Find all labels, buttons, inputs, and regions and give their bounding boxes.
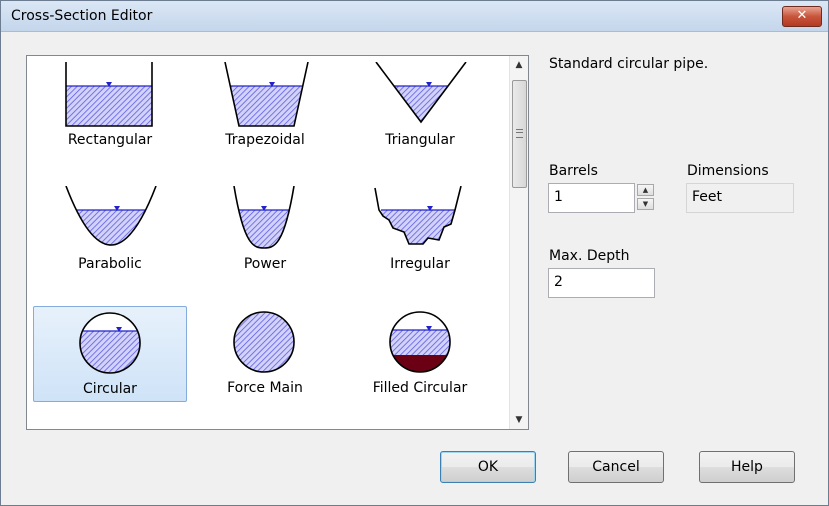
cross-section-editor-dialog: Cross-Section Editor ✕ Rectangular Trape…: [0, 0, 829, 506]
dialog-body: Rectangular Trapezoidal Triangular Parab…: [1, 32, 828, 505]
shape-label: Filled Circular: [372, 380, 468, 396]
force-main-pipe-icon: [233, 311, 295, 373]
shape-label: Parabolic: [78, 256, 142, 272]
barrels-label: Barrels: [549, 163, 598, 179]
shape-item-parabolic[interactable]: Parabolic: [33, 182, 187, 278]
shape-item-filled-circular[interactable]: Filled Circular: [343, 306, 497, 402]
shape-item-force-main[interactable]: Force Main: [188, 306, 342, 402]
grip-icon: [516, 129, 523, 138]
shape-gallery[interactable]: Rectangular Trapezoidal Triangular Parab…: [26, 55, 529, 430]
window-title: Cross-Section Editor: [11, 8, 153, 24]
spin-up-icon[interactable]: ▲: [637, 184, 654, 196]
scroll-up-arrow-icon[interactable]: ▲: [510, 56, 528, 74]
barrels-input[interactable]: 1: [548, 183, 635, 213]
spin-down-icon[interactable]: ▼: [637, 198, 654, 210]
help-button[interactable]: Help: [699, 451, 795, 483]
shape-description: Standard circular pipe.: [549, 56, 709, 72]
close-icon: ✕: [796, 8, 808, 23]
shape-label: Rectangular: [67, 132, 153, 148]
circular-pipe-icon: [79, 312, 141, 374]
irregular-channel-icon: [374, 186, 462, 245]
shape-item-circular[interactable]: Circular: [33, 306, 187, 402]
scrollbar-thumb[interactable]: [512, 80, 527, 188]
ok-button[interactable]: OK: [440, 451, 536, 483]
dimensions-label: Dimensions: [687, 163, 769, 179]
shape-item-rectangular[interactable]: Rectangular: [33, 58, 187, 154]
shape-label: Power: [243, 256, 287, 272]
cancel-button[interactable]: Cancel: [568, 451, 664, 483]
dimensions-field: Feet: [686, 183, 794, 213]
trapezoidal-channel-icon: [224, 62, 309, 127]
triangular-channel-icon: [375, 62, 467, 124]
shape-label: Circular: [83, 381, 137, 397]
shape-label: Force Main: [227, 380, 303, 396]
gallery-scrollbar[interactable]: ▲ ▼: [509, 56, 528, 429]
title-bar: Cross-Section Editor ✕: [1, 1, 828, 32]
shape-item-triangular[interactable]: Triangular: [343, 58, 497, 154]
power-channel-icon: [233, 186, 295, 249]
shape-item-power[interactable]: Power: [188, 182, 342, 278]
shape-item-irregular[interactable]: Irregular: [343, 182, 497, 278]
shape-label: Triangular: [385, 132, 455, 148]
parabolic-channel-icon: [65, 186, 157, 246]
max-depth-input[interactable]: 2: [548, 268, 655, 298]
max-depth-label: Max. Depth: [549, 248, 630, 264]
filled-circular-pipe-icon: [389, 311, 451, 373]
scroll-down-arrow-icon[interactable]: ▼: [510, 411, 528, 429]
shape-label: Trapezoidal: [225, 132, 305, 148]
close-button[interactable]: ✕: [782, 6, 822, 27]
rectangular-channel-icon: [65, 62, 153, 127]
shape-label: Irregular: [390, 256, 450, 272]
shape-item-trapezoidal[interactable]: Trapezoidal: [188, 58, 342, 154]
